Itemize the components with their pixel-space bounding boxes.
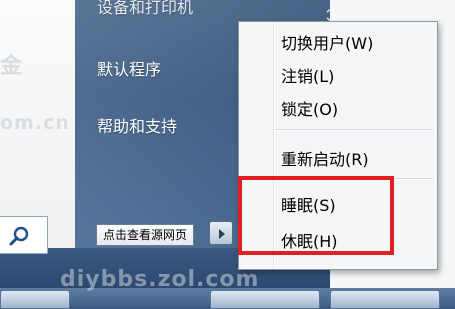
scroll-indicator-icon [326, 8, 336, 22]
search-icon[interactable] [8, 224, 32, 248]
highlight-annotation-box [238, 176, 394, 255]
taskbar-button[interactable] [0, 290, 70, 309]
menu-item-devices-printers[interactable]: 设备和打印机 [97, 0, 193, 18]
menu-item-log-off[interactable]: 注销(L) [281, 63, 334, 87]
menu-item-restart[interactable]: 重新启动(R) [281, 146, 369, 170]
menu-item-lock[interactable]: 锁定(O) [281, 96, 338, 120]
menu-item-help-support[interactable]: 帮助和支持 [97, 113, 177, 137]
watermark-text: om.cn [0, 112, 70, 134]
shutdown-options-button[interactable] [209, 221, 233, 245]
search-input[interactable] [0, 216, 48, 254]
menu-separator [275, 129, 433, 131]
taskbar-button[interactable] [330, 290, 440, 309]
menu-item-default-programs[interactable]: 默认程序 [97, 56, 161, 80]
tooltip: 点击查看源网页 [96, 224, 195, 246]
watermark-text: diybbs.zol.com [60, 267, 260, 292]
taskbar-button[interactable] [210, 290, 320, 309]
watermark-text: 金 [0, 54, 24, 79]
menu-item-switch-user[interactable]: 切换用户(W) [281, 30, 373, 54]
